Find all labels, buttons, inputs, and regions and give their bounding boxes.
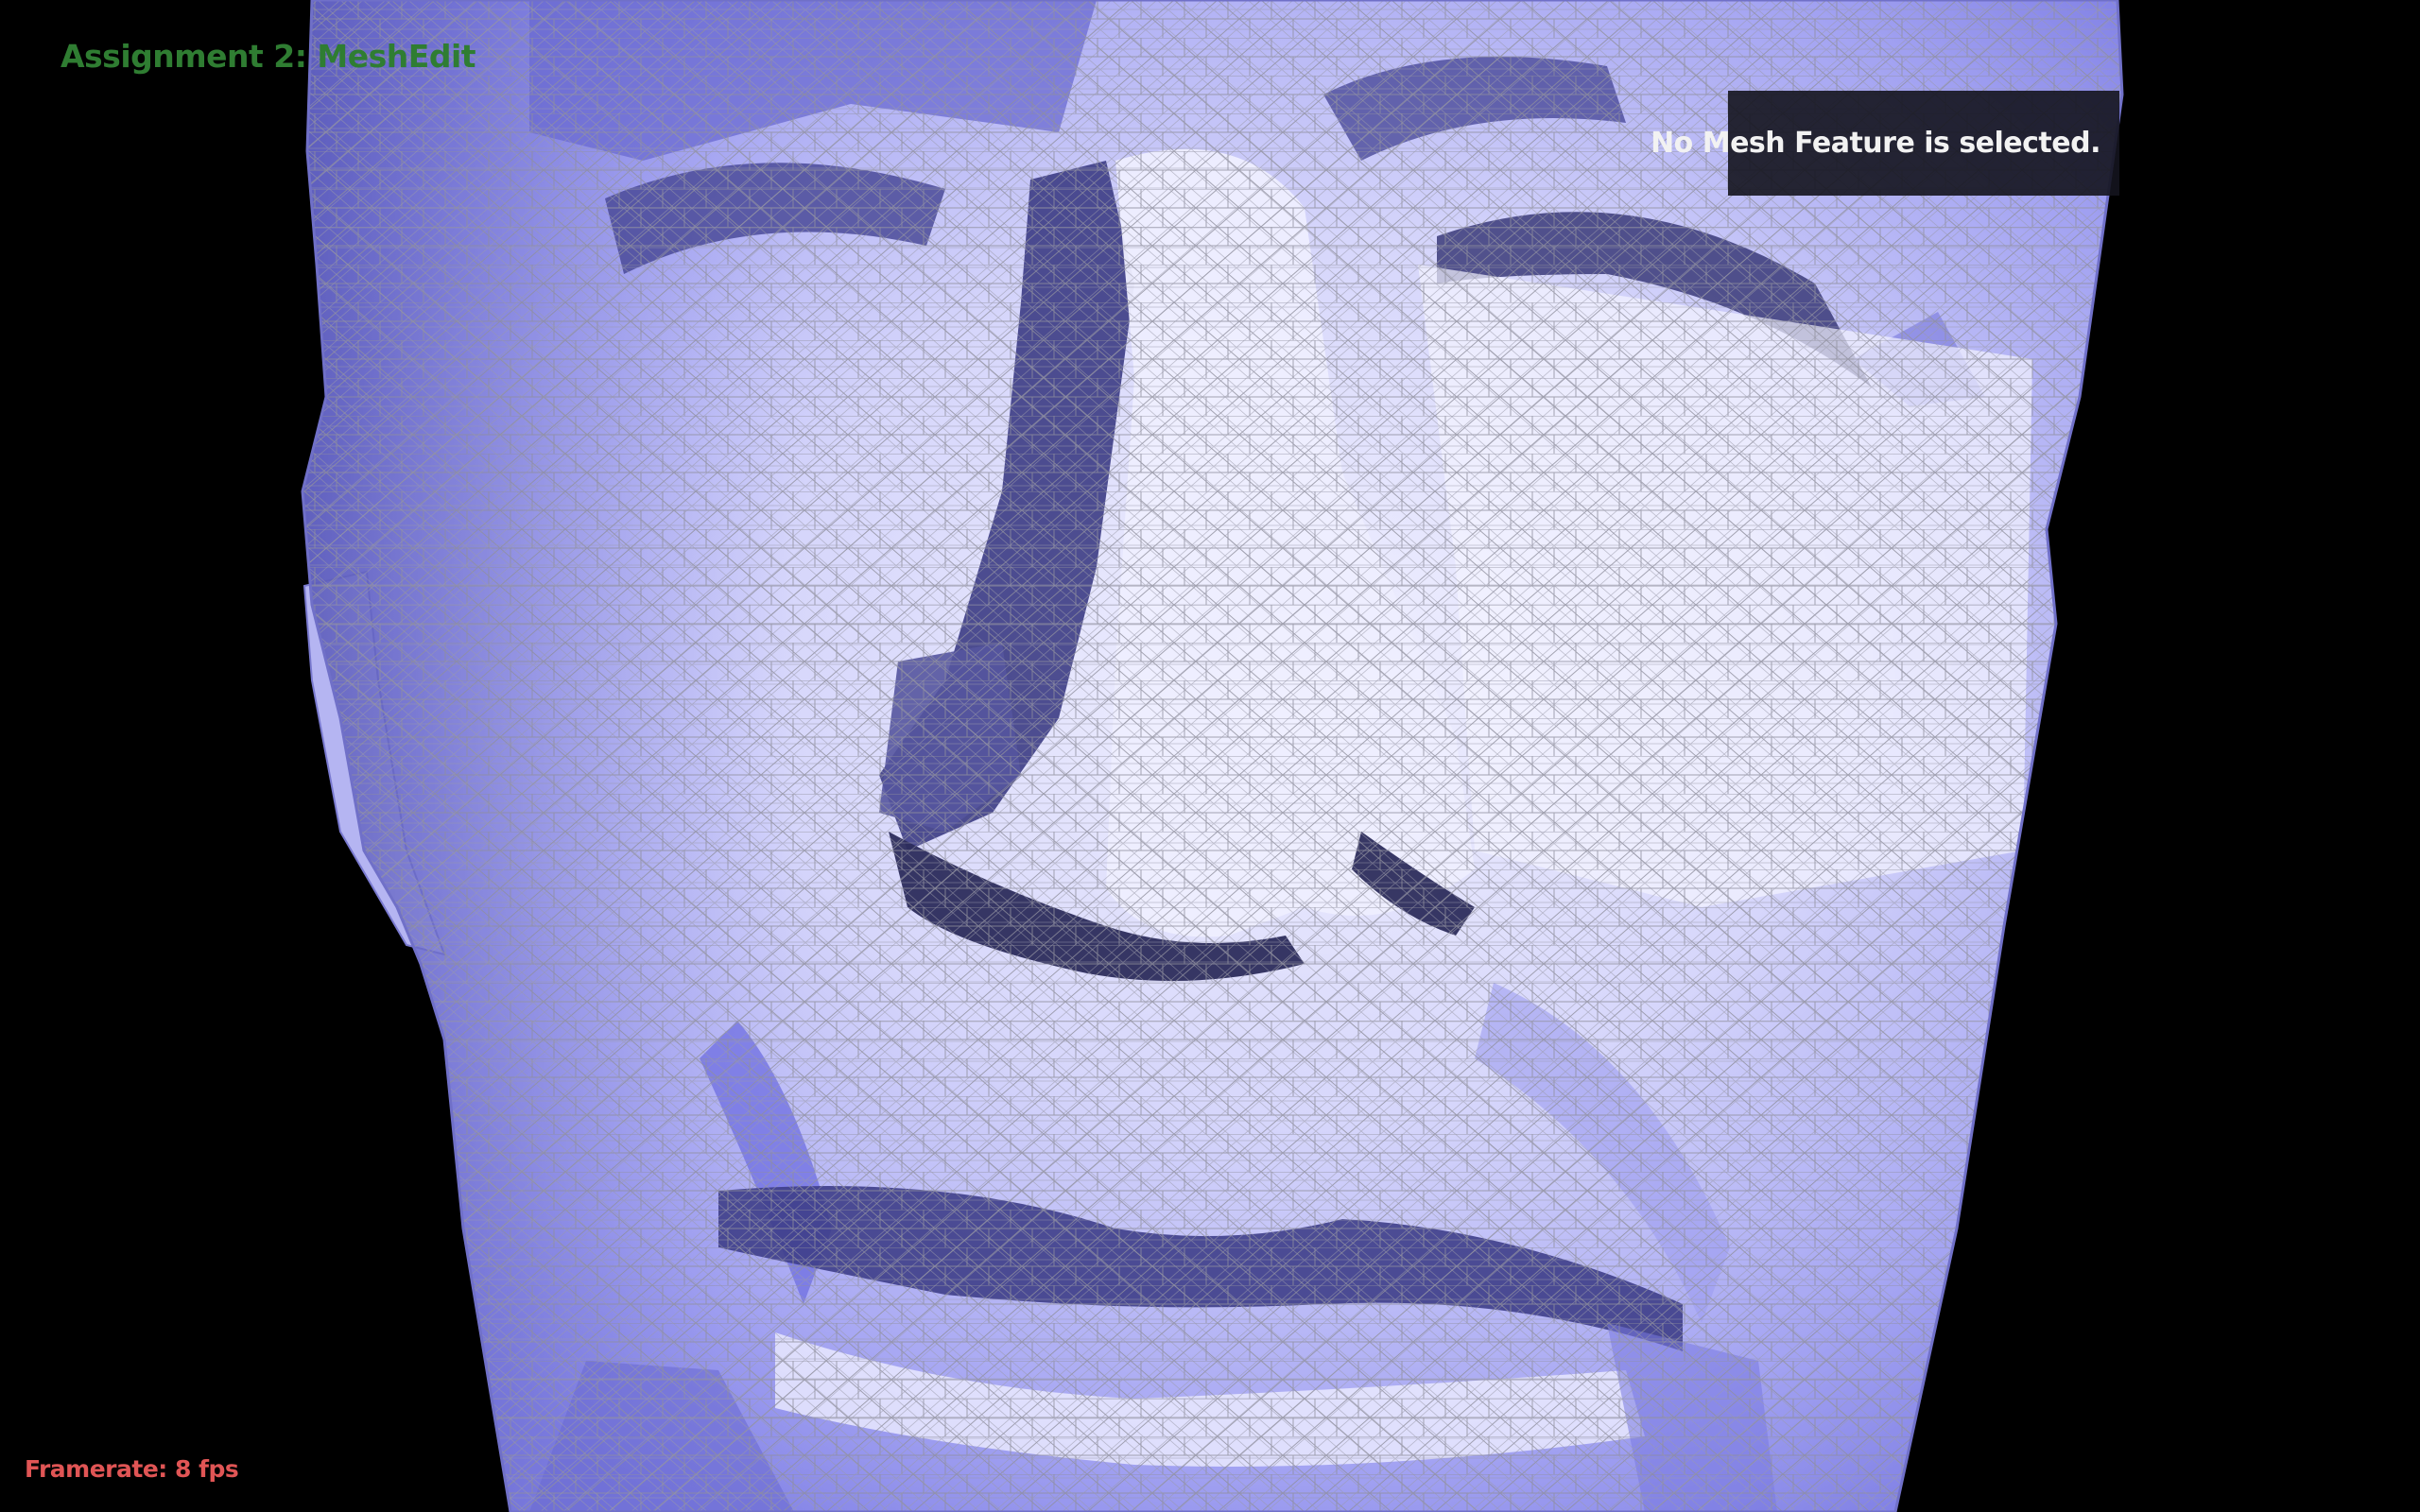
selection-info-panel: No Mesh Feature is selected. (1651, 91, 2119, 196)
head-mesh (301, 0, 2124, 1512)
mesh-viewport[interactable] (0, 0, 2420, 1512)
framerate-readout: Framerate: 8 fps (25, 1455, 239, 1483)
selection-status-text: No Mesh Feature is selected. (1651, 127, 2100, 160)
mesh-render[interactable] (0, 0, 2420, 1512)
app-title: Assignment 2: MeshEdit (60, 38, 476, 75)
